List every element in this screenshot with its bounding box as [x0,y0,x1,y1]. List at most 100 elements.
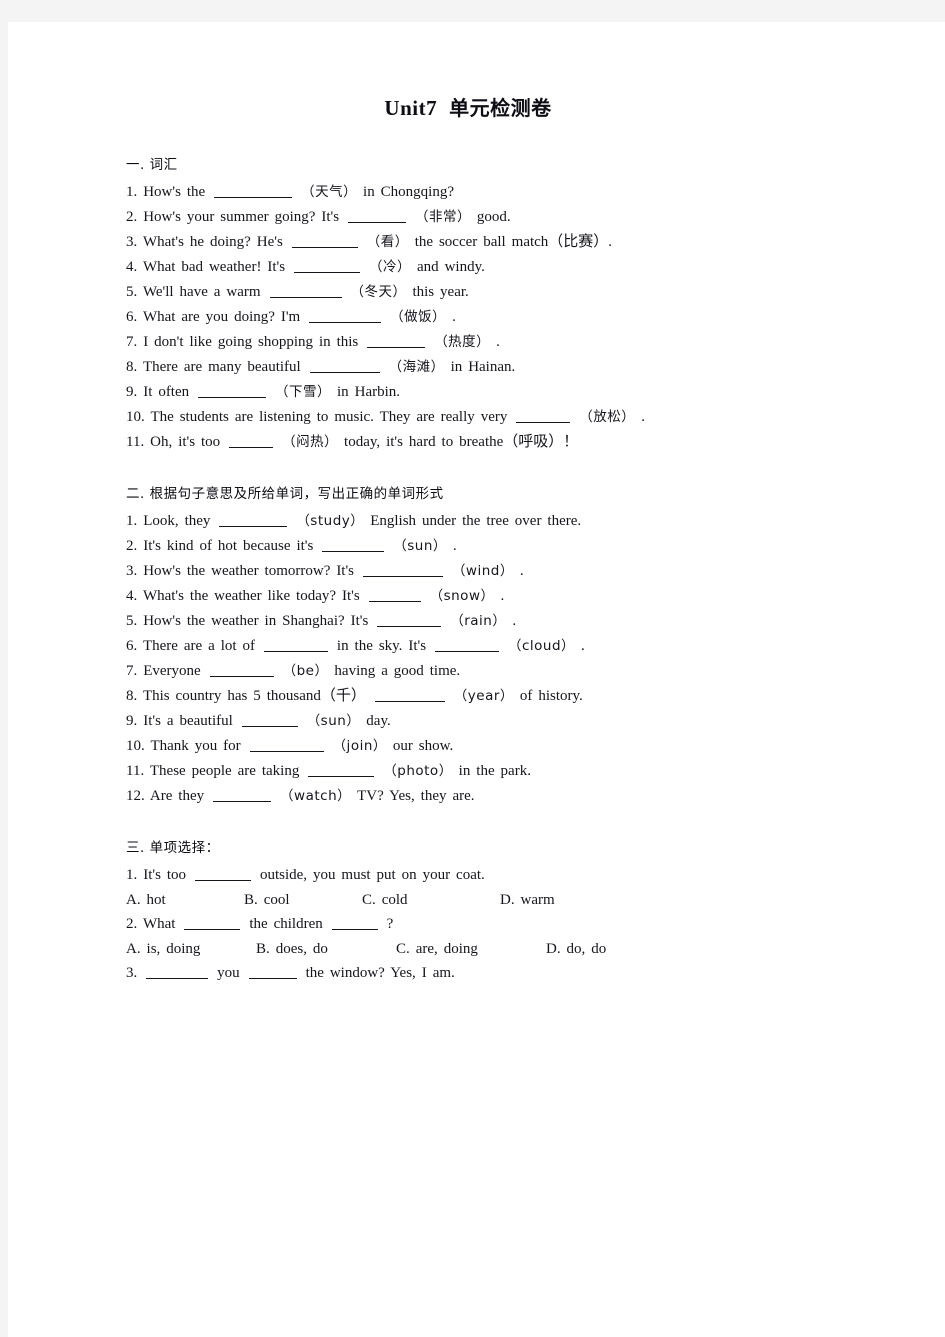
hint-word: （be） [282,663,329,679]
question-text-pre: How's the weather tomorrow? It's [143,563,355,579]
question-text-pre: There are many beautiful [142,359,301,375]
question-line: 2. What the children ? [126,917,878,932]
question-text-post: having a good time. [334,663,461,679]
answer-blank[interactable] [263,651,328,652]
answer-blank[interactable] [322,551,385,552]
answer-blank[interactable] [331,929,378,930]
answer-blank[interactable] [309,322,382,323]
answer-blank[interactable] [214,197,293,198]
question-line: 3. you the window? Yes, I am. [126,966,878,981]
answer-blank[interactable] [241,726,298,727]
answer-blank[interactable] [194,880,251,881]
answer-blank[interactable] [291,247,358,248]
question-number: 11. [126,763,145,779]
question-line: 11. Oh, it's too （闷热） today, it's hard t… [126,435,878,450]
question-text-post: ? [386,916,394,932]
hint-word: （热度） [434,334,491,350]
choice-row: A. is, doing B. does, do C. are, doing D. d… [126,941,607,957]
question-text-post: . [452,538,457,554]
question-number: 2. [126,538,138,554]
answer-blank[interactable] [367,347,426,348]
question-number: 10. [126,738,145,754]
question-text-pre: How's the [143,184,206,200]
answer-blank[interactable] [213,801,272,802]
section-heading: 二. 根据句子意思及所给单词，写出正确的单词形式 [126,486,444,502]
question-number: 10. [126,409,145,425]
question-number: 9. [126,384,138,400]
answer-blank[interactable] [294,272,361,273]
question-text-pre: What's he doing? He's [142,234,283,250]
question-text-post: this year. [412,284,469,300]
page-canvas: Unit7 单元检测卷 一. 词汇 1. How's the （天气） in Cho… [8,22,945,1337]
hint-word: （cloud） [508,638,576,654]
question-text-pre: It's too [143,867,187,883]
document-body: Unit7 单元检测卷 一. 词汇 1. How's the （天气） in Cho… [118,92,878,991]
choice-option[interactable]: C. cold [362,893,500,908]
question-text-post: English under the tree over there. [370,513,582,529]
question-number: 3. [126,234,138,250]
hint-word: （非常） [414,209,471,225]
answer-blank[interactable] [348,222,407,223]
hint-word: （rain） [450,613,507,629]
answer-blank[interactable] [184,929,241,930]
question-line: 2. It's kind of hot because it's （sun） . [126,539,878,554]
choice-option[interactable]: A. hot [126,893,244,908]
question-text-post: outside, you must put on your coat. [259,867,485,883]
answer-blank[interactable] [269,297,342,298]
answer-blank[interactable] [229,447,274,448]
answer-blank[interactable] [308,776,375,777]
hint-word: （study） [296,513,365,529]
question-line: 6. What are you doing? I'm （做饭） . [126,310,878,325]
question-text-post: day. [366,713,391,729]
question-text-post: good. [476,209,511,225]
answer-blank[interactable] [219,526,288,527]
choice-option[interactable]: B. does, do [256,942,396,957]
question-text-post: . [496,334,500,350]
answer-blank[interactable] [248,978,297,979]
question-number: 2. [126,209,138,225]
answer-blank[interactable] [377,626,442,627]
answer-blank[interactable] [309,372,380,373]
question-text-pre: What are you doing? I'm [142,309,301,325]
question-line: 9. It's a beautiful （sun） day. [126,714,878,729]
answer-blank[interactable] [146,978,209,979]
question-text-pre: This country has 5 thousand（千） [142,688,366,704]
question-number: 6. [126,309,138,325]
answer-blank[interactable] [209,676,274,677]
answer-blank[interactable] [374,701,445,702]
question-line: 3. How's the weather tomorrow? It's （win… [126,564,878,579]
question-line: 8. This country has 5 thousand（千） （year）… [126,689,878,704]
answer-blank[interactable] [435,651,500,652]
section-heading: 一. 词汇 [126,157,178,173]
hint-word: （sun） [306,713,361,729]
choice-option[interactable]: A. is, doing [126,942,256,957]
question-line: 12. Are they （watch） TV? Yes, they are. [126,789,878,804]
question-number: 9. [126,713,138,729]
question-text-mid: in the sky. It's [336,638,427,654]
question-number: 1. [126,513,138,529]
question-text-post: the window? Yes, I am. [305,965,455,981]
question-text-pre: Thank you for [150,738,241,754]
question-text-pre: Oh, it's too [150,434,221,450]
question-number: 7. [126,334,138,350]
question-line: 4. What's the weather like today? It's （… [126,589,878,604]
question-text-post: . [641,409,645,425]
question-number: 7. [126,663,138,679]
choice-option[interactable]: C. are, doing [396,942,546,957]
question-text-pre: The students are listening to music. The… [150,409,508,425]
question-text-pre: I don't like going shopping in this [143,334,359,350]
question-number: 11. [126,434,145,450]
answer-blank[interactable] [249,751,324,752]
choice-row: A. hot B. cool C. cold D. warm [126,892,555,908]
choice-option[interactable]: B. cool [244,893,362,908]
answer-blank[interactable] [368,601,421,602]
answer-blank[interactable] [516,422,571,423]
answer-blank[interactable] [362,576,443,577]
question-text-post: in Harbin. [337,384,401,400]
answer-blank[interactable] [198,397,267,398]
question-text-post: in Hainan. [450,359,516,375]
section-heading: 三. 单项选择： [126,840,220,856]
question-number: 8. [126,688,138,704]
question-line: 10. The students are listening to music.… [126,410,878,425]
question-line: 1. Look, they （study） English under the … [126,514,878,529]
